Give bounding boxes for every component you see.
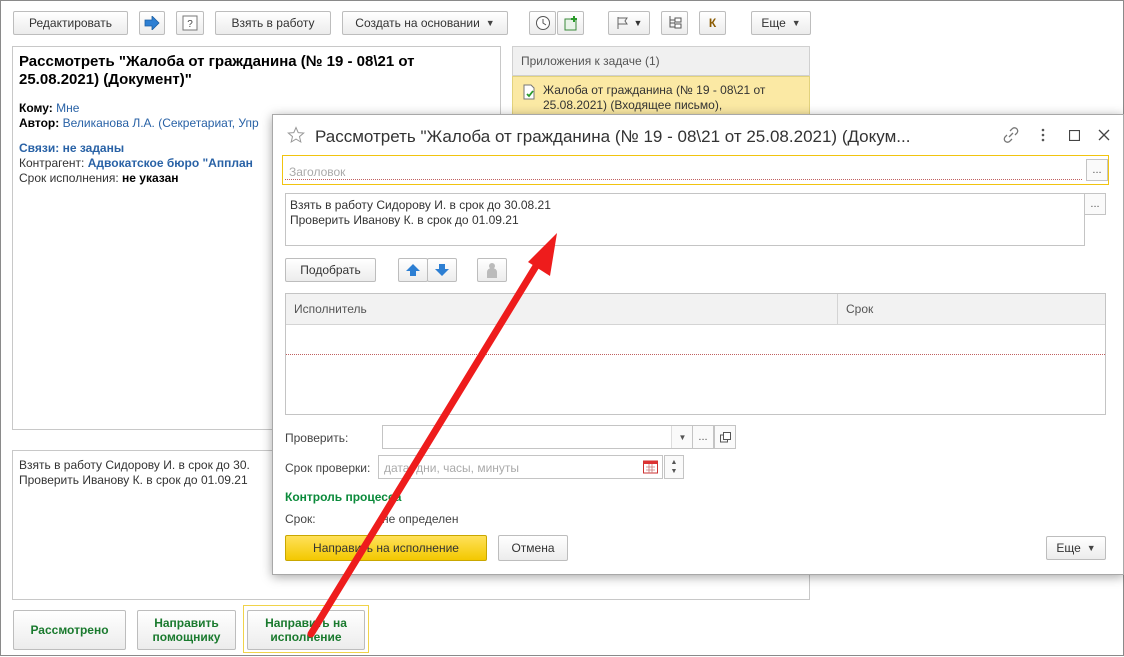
deadline-value: не указан (122, 171, 179, 185)
term-value: не определен (382, 512, 459, 526)
check-deadline-label: Срок проверки: (285, 461, 371, 475)
column-deadline[interactable]: Срок (846, 302, 873, 316)
close-icon[interactable] (1098, 129, 1110, 144)
more-button[interactable]: Еще ▼ (751, 11, 811, 35)
task-text-choose-button[interactable]: ... (1084, 193, 1106, 215)
forward-arrow-icon[interactable] (139, 11, 165, 35)
to-label: Кому: (19, 101, 53, 115)
more-chevron-icon: ▼ (791, 18, 801, 28)
task-text-field[interactable]: Взять в работу Сидорову И. в срок до 30.… (285, 193, 1085, 246)
dialog-more-button[interactable]: Еще ▼ (1046, 536, 1106, 560)
column-executor[interactable]: Исполнитель (294, 302, 367, 316)
add-task-icon[interactable] (557, 11, 584, 35)
menu-dots-icon[interactable] (1040, 127, 1046, 146)
take-to-work-button[interactable]: Взять в работу (215, 11, 331, 35)
pick-button[interactable]: Подобрать (285, 258, 376, 282)
check-deadline-placeholder: дата, дни, часы, минуты (384, 461, 520, 475)
check-choose-button[interactable]: ... (692, 425, 714, 449)
document-icon (521, 84, 537, 104)
maximize-icon[interactable] (1068, 129, 1081, 144)
control-header: Контроль процесса (285, 490, 402, 504)
chevron-down-icon: ▼ (485, 18, 495, 28)
calendar-icon[interactable] (643, 459, 658, 477)
table-header: Исполнитель Срок (286, 294, 1105, 325)
flag-icon[interactable]: ▼ (608, 11, 650, 35)
move-up-icon[interactable] (398, 258, 428, 282)
task-text-line-2: Проверить Иванову К. в срок до 01.09.21 (290, 213, 519, 227)
reviewed-button[interactable]: Рассмотрено (13, 610, 126, 650)
create-based-on-label: Создать на основании (355, 16, 480, 30)
user-icon[interactable] (477, 258, 507, 282)
check-deadline-spinner[interactable]: ▲ ▼ (664, 455, 684, 479)
check-deadline-input[interactable]: дата, дни, часы, минуты (378, 455, 663, 479)
subject-field[interactable]: Заголовок ... (282, 155, 1109, 185)
cancel-button[interactable]: Отмена (498, 535, 568, 561)
subject-placeholder: Заголовок (289, 165, 346, 179)
open-icon[interactable] (714, 425, 736, 449)
structure-icon[interactable] (661, 11, 688, 35)
column-separator (837, 294, 838, 325)
flag-chevron-icon: ▼ (633, 18, 643, 28)
check-label: Проверить: (285, 431, 349, 445)
send-to-execution-button[interactable]: Направить на исполнение (247, 610, 365, 650)
attachment-label: Жалоба от гражданина (№ 19 - 08\21 от 25… (543, 83, 766, 112)
to-value[interactable]: Мне (56, 101, 79, 115)
contractor-value[interactable]: Адвокатское бюро "Апплан (88, 156, 253, 170)
link-icon[interactable] (1003, 127, 1019, 146)
term-label: Срок: (285, 512, 316, 526)
send-to-assistant-button[interactable]: Направить помощнику (137, 610, 236, 650)
k-button[interactable]: К (699, 11, 726, 35)
create-based-on-button[interactable]: Создать на основании ▼ (342, 11, 508, 35)
deadline-label: Срок исполнения: (19, 171, 119, 185)
links-label: Связи: (19, 141, 60, 155)
dialog-more-chevron-icon: ▼ (1086, 543, 1096, 553)
dialog-more-label: Еще (1056, 541, 1081, 555)
send-to-execution-dialog: Рассмотреть "Жалоба от гражданина (№ 19 … (272, 114, 1124, 575)
author-label: Автор: (19, 116, 60, 130)
attachment-item[interactable]: Жалоба от гражданина (№ 19 - 08\21 от 25… (512, 76, 810, 118)
star-icon[interactable] (287, 126, 305, 147)
subject-choose-button[interactable]: ... (1086, 159, 1108, 181)
required-underline (285, 179, 1082, 180)
main-window: Редактировать ? Взять в работу Создать н… (0, 0, 1124, 656)
attachments-header: Приложения к задаче (1) (512, 46, 810, 76)
check-dropdown-button[interactable]: ▼ (671, 426, 693, 448)
edit-button[interactable]: Редактировать (13, 11, 128, 35)
task-text-line-1: Взять в работу Сидорову И. в срок до 30.… (290, 198, 551, 212)
send-to-execution-submit-button[interactable]: Направить на исполнение (285, 535, 487, 561)
table-row[interactable] (286, 325, 1105, 355)
more-label: Еще (761, 16, 786, 30)
executors-table[interactable]: Исполнитель Срок (285, 293, 1106, 415)
contractor-label: Контрагент: (19, 156, 85, 170)
clock-icon[interactable] (529, 11, 556, 35)
svg-text:?: ? (187, 19, 193, 30)
author-value[interactable]: Великанова Л.А. (Секретариат, Упр (63, 116, 259, 130)
dialog-title: Рассмотреть "Жалоба от гражданина (№ 19 … (315, 127, 911, 146)
check-input[interactable] (382, 425, 692, 449)
move-down-icon[interactable] (427, 258, 457, 282)
links-value[interactable]: не заданы (63, 141, 125, 155)
task-title: Рассмотреть "Жалоба от гражданина (№ 19 … (19, 53, 415, 88)
help-icon[interactable]: ? (176, 11, 204, 35)
